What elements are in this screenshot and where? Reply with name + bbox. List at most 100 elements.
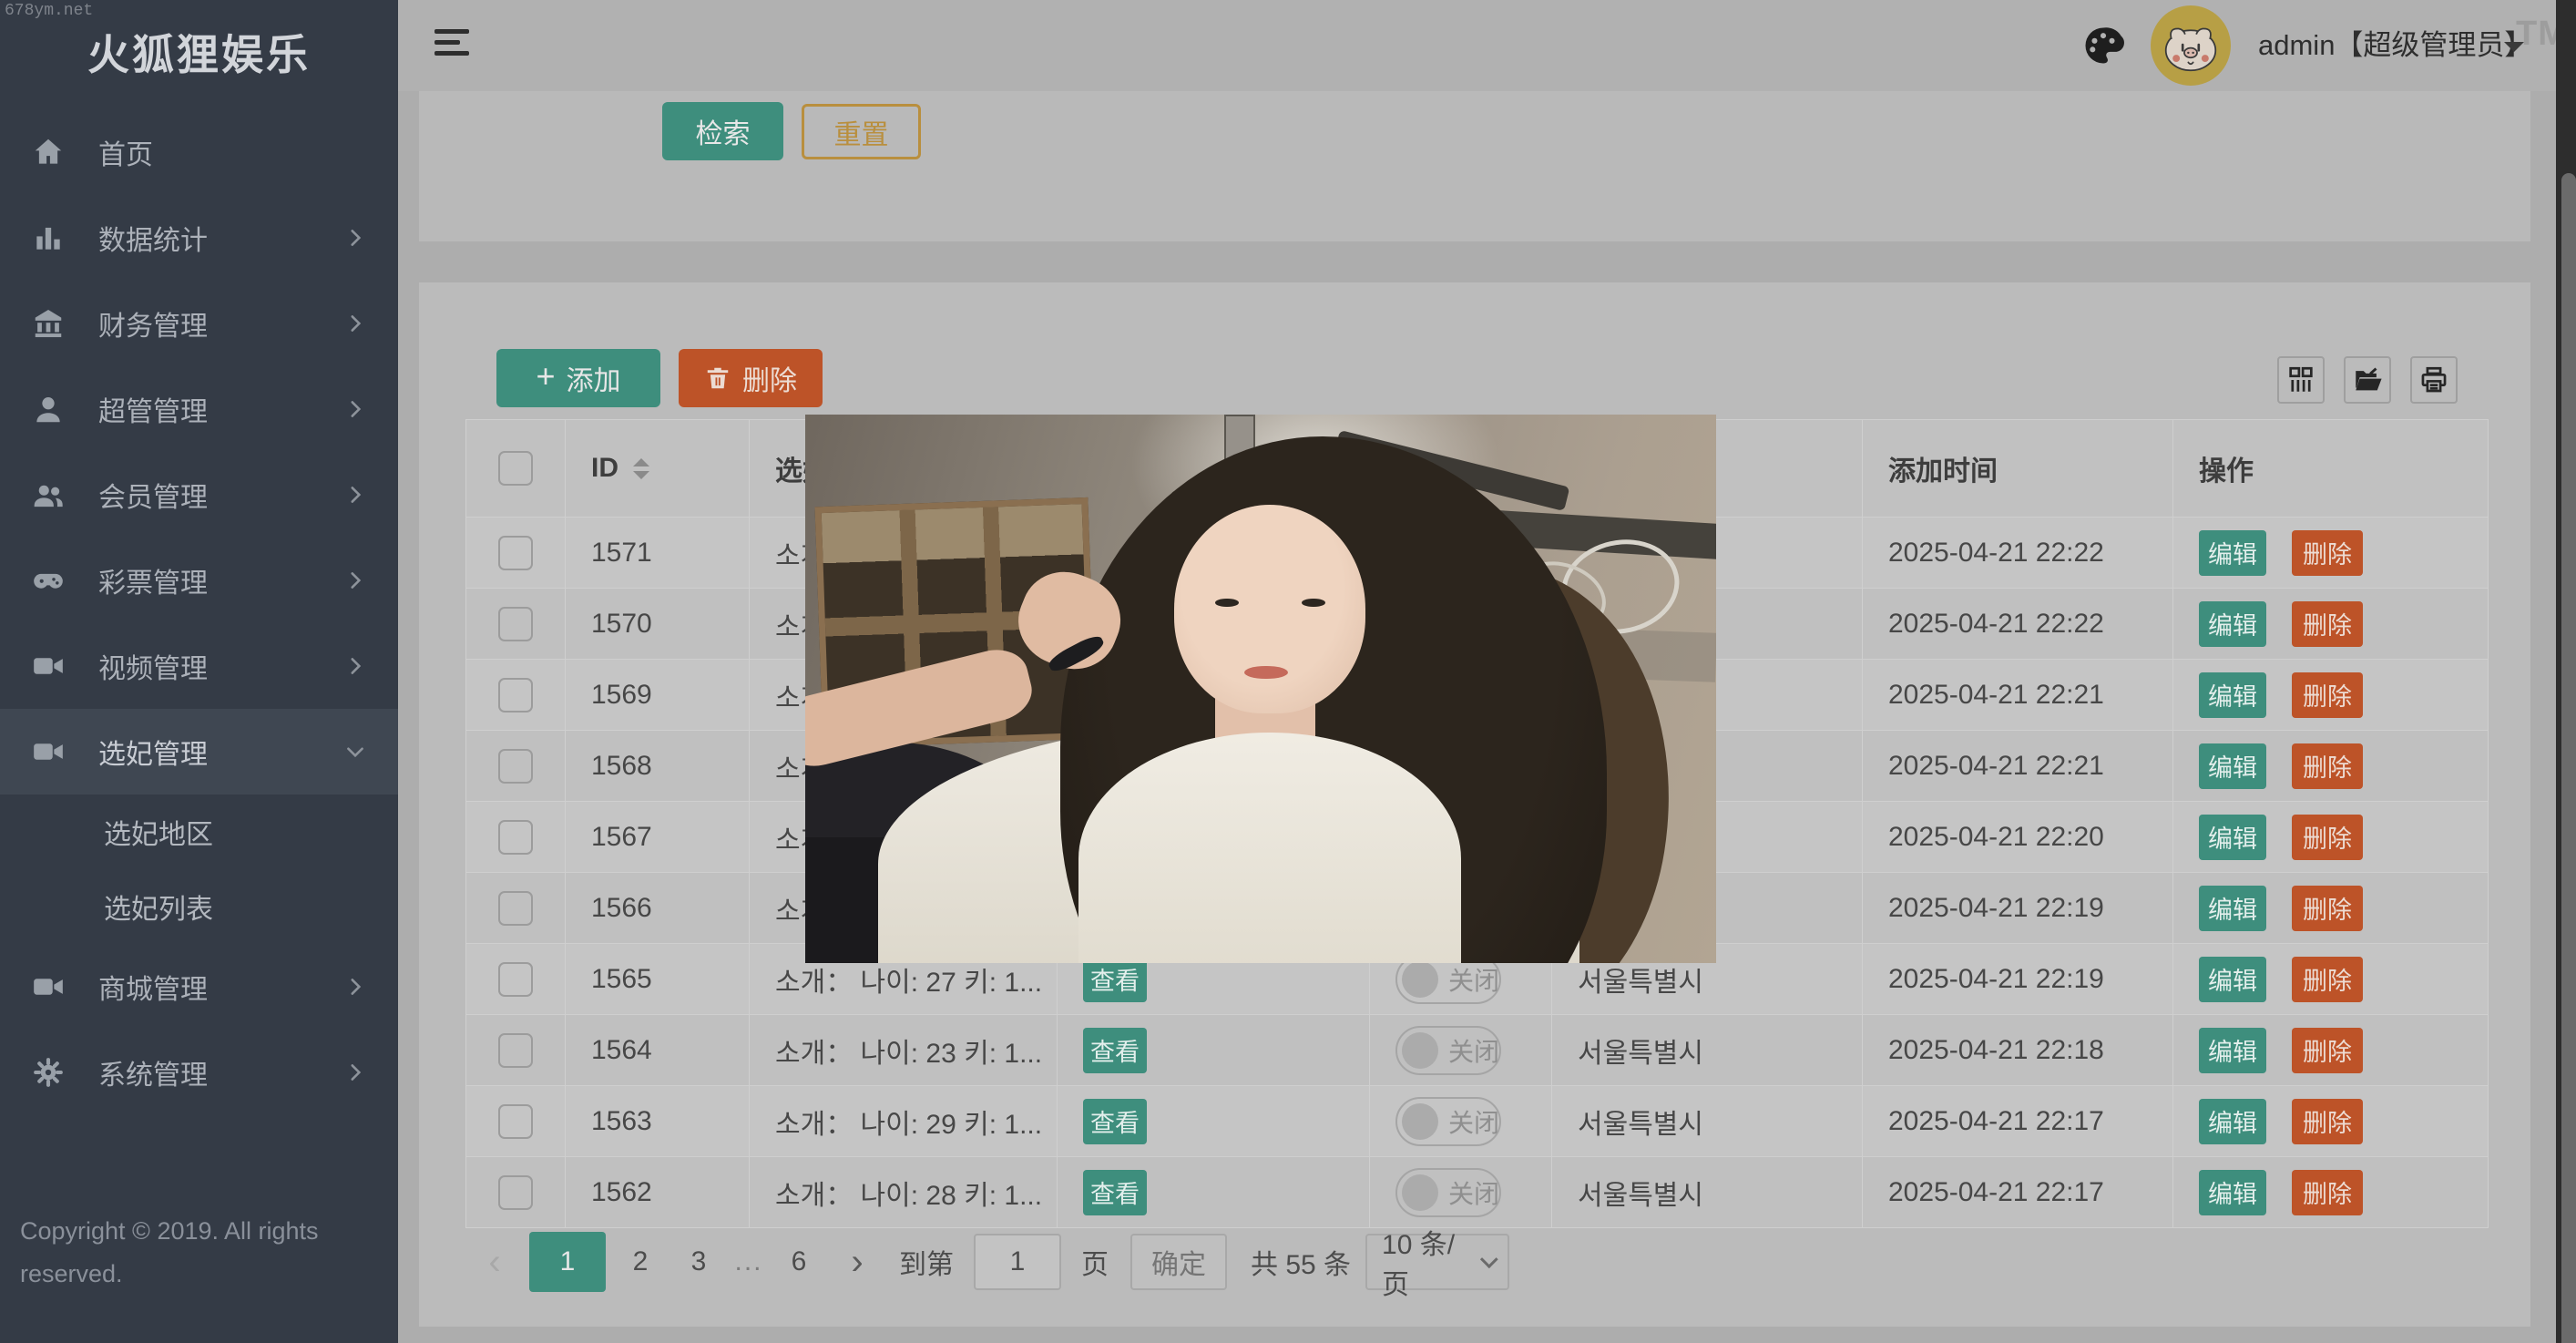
goto-page-input[interactable] [974,1234,1061,1290]
edit-button[interactable]: 编辑 [2199,672,2266,718]
row-delete-button[interactable]: 删除 [2292,672,2363,718]
status-toggle[interactable]: 关闭 [1395,1097,1501,1146]
status-toggle[interactable]: 关闭 [1395,1168,1501,1217]
select-all-checkbox[interactable] [498,451,533,486]
chevron-right-icon [343,975,367,999]
export-icon [2352,364,2383,395]
cell-city: 서울특별시 [1578,1173,1703,1213]
row-delete-button[interactable]: 删除 [2292,1170,2363,1215]
scrollbar-track [2556,0,2576,1343]
sidebar-item-6[interactable]: 彩票管理 [0,538,398,623]
view-button[interactable]: 查看 [1083,1099,1147,1144]
row-delete-button[interactable]: 删除 [2292,530,2363,576]
print-button[interactable] [2410,356,2458,404]
edit-button[interactable]: 编辑 [2199,1099,2266,1144]
sidebar-item-2[interactable]: 数据统计 [0,195,398,281]
columns-icon [2285,364,2316,395]
sidebar-item-10[interactable]: 系统管理 [0,1030,398,1115]
row-delete-button[interactable]: 删除 [2292,1028,2363,1073]
row-checkbox[interactable] [498,536,533,570]
row-delete-button[interactable]: 删除 [2292,957,2363,1002]
pagination: ‹123...6›到第页确定共 55 条10 条/页 [465,1230,1509,1294]
row-checkbox[interactable] [498,962,533,997]
page-ellipsis: ... [728,1246,770,1277]
search-button[interactable]: 检索 [662,102,783,160]
page-button[interactable]: 3 [670,1232,728,1292]
user-avatar[interactable] [2151,5,2231,86]
cell-id: 1564 [591,1035,652,1066]
page-button[interactable]: 2 [611,1232,670,1292]
gamepad-icon [31,563,66,598]
row-delete-button[interactable]: 删除 [2292,601,2363,647]
row-checkbox[interactable] [498,678,533,713]
toggle-knob [1402,961,1438,998]
sidebar-subitem-label: 选妃地区 [104,812,213,852]
status-toggle[interactable]: 关闭 [1395,1026,1501,1075]
user-menu[interactable]: admin【超级管理员】 [2258,0,2532,91]
add-button[interactable]: + 添加 [496,349,660,407]
admin-page: 678ym.net 火狐狸娱乐 首页数据统计财务管理超管管理会员管理彩票管理视频… [0,0,2576,1343]
row-delete-button[interactable]: 删除 [2292,743,2363,789]
sidebar-item-3[interactable]: 财务管理 [0,281,398,366]
row-checkbox[interactable] [498,1104,533,1139]
filter-columns-button[interactable] [2277,356,2325,404]
sidebar-subitem[interactable]: 选妃地区 [0,795,398,869]
view-button[interactable]: 查看 [1083,1170,1147,1215]
cell-city: 서울특별시 [1578,959,1703,1000]
confirm-page-button[interactable]: 确定 [1130,1234,1227,1290]
sidebar-item-label: 超管管理 [98,389,343,429]
toggle-label: 关闭 [1448,961,1499,998]
delete-button[interactable]: 删除 [679,349,823,407]
view-button[interactable]: 查看 [1083,1028,1147,1073]
chart-icon [31,220,66,255]
edit-button[interactable]: 编辑 [2199,886,2266,931]
column-header-label: 操作 [2199,448,2254,488]
sidebar-item-7[interactable]: 视频管理 [0,623,398,709]
photo-face [1174,505,1365,713]
video-icon [31,649,66,683]
per-page-select[interactable]: 10 条/页 [1365,1234,1509,1290]
sidebar-item-8[interactable]: 选妃管理 [0,709,398,795]
view-button[interactable]: 查看 [1083,957,1147,1002]
sidebar-item-1[interactable]: 首页 [0,109,398,195]
theme-palette-icon[interactable] [2080,22,2127,69]
sidebar-item-label: 商城管理 [98,967,343,1007]
row-checkbox[interactable] [498,1033,533,1068]
photo-preview[interactable] [805,415,1716,963]
sidebar-item-4[interactable]: 超管管理 [0,366,398,452]
edit-button[interactable]: 编辑 [2199,815,2266,860]
page-button[interactable]: 1 [529,1232,606,1292]
edit-button[interactable]: 编辑 [2199,1170,2266,1215]
row-checkbox[interactable] [498,1175,533,1210]
bank-icon [31,306,66,341]
prev-page-button[interactable]: ‹ [465,1242,524,1283]
hamburger-menu-icon[interactable] [434,29,469,62]
reset-button[interactable]: 重置 [802,104,921,159]
chevron-right-icon [343,226,367,250]
page-button[interactable]: 6 [770,1232,828,1292]
edit-button[interactable]: 编辑 [2199,743,2266,789]
row-checkbox[interactable] [498,891,533,926]
row-delete-button[interactable]: 删除 [2292,815,2363,860]
scrollbar-thumb[interactable] [2561,173,2576,1343]
column-header: 操作 [2173,420,2489,517]
edit-button[interactable]: 编辑 [2199,957,2266,1002]
table-row: 1562소개： 나이: 28 키: 1...查看关闭서울특별시2025-04-2… [466,1156,2488,1227]
edit-button[interactable]: 编辑 [2199,601,2266,647]
row-delete-button[interactable]: 删除 [2292,1099,2363,1144]
sidebar-item-5[interactable]: 会员管理 [0,452,398,538]
sidebar-subitem[interactable]: 选妃列表 [0,869,398,944]
row-checkbox[interactable] [498,820,533,855]
row-checkbox[interactable] [498,749,533,784]
sort-icon[interactable] [633,458,649,479]
cell-time: 2025-04-21 22:17 [1888,1106,2104,1137]
row-delete-button[interactable]: 删除 [2292,886,2363,931]
next-page-button[interactable]: › [828,1242,886,1283]
printer-icon [2418,364,2449,395]
edit-button[interactable]: 编辑 [2199,530,2266,576]
export-button[interactable] [2344,356,2391,404]
chevron-right-icon [343,312,367,335]
edit-button[interactable]: 编辑 [2199,1028,2266,1073]
sidebar-item-9[interactable]: 商城管理 [0,944,398,1030]
row-checkbox[interactable] [498,607,533,641]
